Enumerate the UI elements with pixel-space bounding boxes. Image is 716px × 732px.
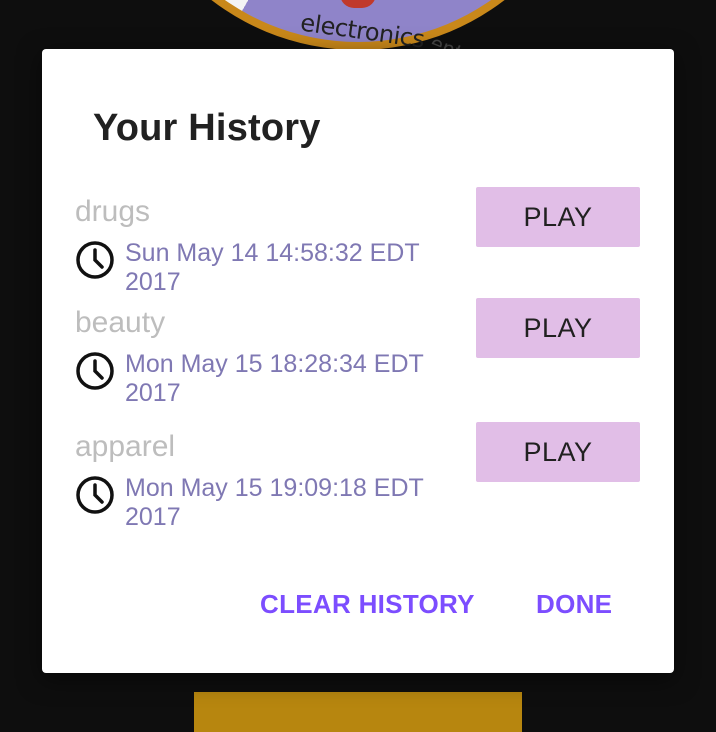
history-category: apparel (75, 430, 176, 463)
history-category: beauty (75, 306, 166, 339)
play-button[interactable]: PLAY (476, 187, 640, 247)
clock-icon (76, 476, 114, 514)
clear-history-button[interactable]: CLEAR HISTORY (260, 589, 475, 620)
clock-icon (76, 352, 114, 390)
history-timestamp: Mon May 15 18:28:34 EDT 2017 (125, 350, 424, 407)
done-button[interactable]: DONE (536, 589, 612, 620)
dialog-title: Your History (93, 107, 321, 149)
history-dialog: Your History drugs Sun May 14 14:58:32 E… (42, 49, 674, 673)
play-button[interactable]: PLAY (476, 422, 640, 482)
play-button[interactable]: PLAY (476, 298, 640, 358)
history-timestamp: Mon May 15 19:09:18 EDT 2017 (125, 474, 424, 531)
clock-icon (76, 241, 114, 279)
history-timestamp: Sun May 14 14:58:32 EDT 2017 (125, 239, 420, 296)
history-category: drugs (75, 195, 151, 228)
spin-button-background (194, 692, 522, 732)
